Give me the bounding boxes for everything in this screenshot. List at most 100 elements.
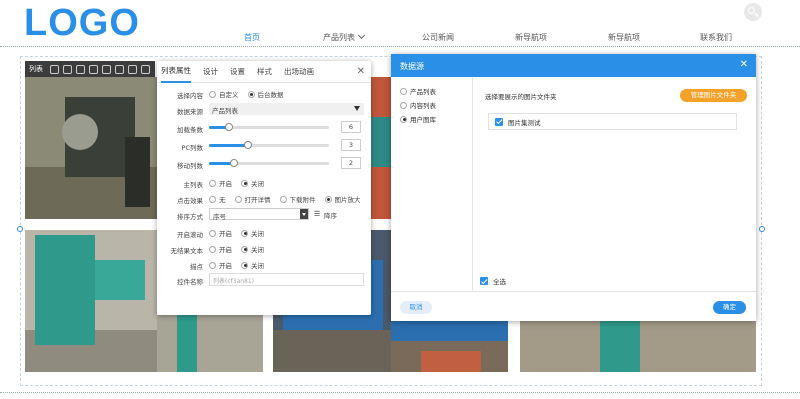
radio-download[interactable]: 下载附件 (279, 194, 316, 204)
radio-on[interactable]: 开启 (209, 178, 232, 188)
chevron-down-icon (357, 31, 366, 40)
gallery-image[interactable] (391, 321, 508, 372)
nav-item-new-1[interactable]: 新导航项 (515, 32, 547, 43)
load-count-input[interactable]: 6 (341, 121, 361, 133)
folder-prompt: 选择要展示的图片文件夹 (485, 93, 557, 101)
element-toolbar: 列表 (25, 61, 155, 77)
row-mobile-cols: 移动列数 2 (157, 157, 371, 171)
sort-order-label[interactable]: 降序 (324, 210, 337, 220)
layers-icon[interactable] (115, 64, 124, 74)
mobile-cols-input[interactable]: 2 (341, 157, 361, 169)
gallery-image[interactable] (157, 315, 263, 372)
tab-style[interactable]: 样式 (257, 61, 272, 82)
panel-tabs: 列表属性 设计 设置 样式 出场动画 (157, 61, 371, 83)
row-load-count: 加载条数 6 (157, 121, 371, 135)
radio-off[interactable]: 关闭 (241, 244, 264, 254)
site-logo[interactable]: LOGO (24, 2, 140, 45)
radio-on[interactable]: 开启 (209, 244, 232, 254)
radio-backend-data[interactable]: 后台数据 (247, 89, 284, 99)
nav-item-news[interactable]: 公司新闻 (422, 32, 454, 43)
row-sort: 排序方式 序号 ☰ 降序 (157, 208, 371, 222)
resize-handle[interactable] (17, 226, 23, 232)
radio-on[interactable]: 开启 (209, 228, 232, 238)
source-content-list[interactable]: 内容列表 (400, 100, 436, 110)
checkbox-checked-icon (480, 277, 488, 285)
gear-icon[interactable] (76, 64, 85, 74)
tab-animation[interactable]: 出场动画 (284, 61, 314, 82)
field-label: 点击效果 (177, 197, 203, 205)
field-label: 描点 (190, 263, 203, 271)
machine-photo-6 (391, 321, 508, 372)
checkbox-checked-icon (495, 117, 503, 126)
confirm-button[interactable]: 确定 (713, 301, 746, 314)
nav-item-label: 产品列表 (323, 33, 355, 42)
control-name-input[interactable]: 列表(cf3an81) (209, 273, 364, 286)
resize-handle[interactable] (759, 226, 765, 232)
dialog-footer: 取消 确定 (391, 291, 756, 321)
radio-custom[interactable]: 自定义 (209, 89, 239, 99)
gallery-image[interactable] (25, 230, 157, 372)
folder-item[interactable]: 图片集测试 (488, 113, 737, 130)
field-label: 主列表 (183, 181, 204, 189)
machine-photo-1 (25, 77, 157, 219)
field-label: PC列数 (181, 144, 203, 152)
row-data-source: 数据来源 产品列表 (157, 103, 371, 117)
field-label: 控件名称 (177, 278, 203, 286)
row-click-effect: 点击效果 无 打开详情 下载附件 图片放大 (157, 192, 371, 206)
search-icon[interactable] (744, 3, 762, 21)
pc-cols-input[interactable]: 3 (341, 139, 361, 151)
machine-photo-2 (371, 77, 391, 219)
cancel-button[interactable]: 取消 (400, 301, 432, 314)
radio-none[interactable]: 无 (209, 194, 226, 204)
field-label: 选择内容 (177, 92, 203, 100)
source-user-gallery[interactable]: 用户图库 (400, 114, 436, 124)
row-control-name: 控件名称 列表(cf3an81) (157, 273, 371, 287)
select-all-checkbox[interactable]: 全选 (480, 276, 506, 286)
tab-settings[interactable]: 设置 (230, 61, 245, 82)
nav-item-new-2[interactable]: 新导航项 (608, 32, 640, 43)
magic-icon[interactable] (102, 64, 111, 74)
radio-off[interactable]: 关闭 (241, 178, 264, 188)
sort-select[interactable]: 序号 (209, 208, 309, 221)
section-divider (0, 392, 800, 393)
sort-order-icon[interactable]: ☰ (314, 210, 320, 218)
row-select-content: 选择内容 自定义 后台数据 (157, 87, 371, 101)
dialog-title: 数据源 (400, 62, 424, 71)
machine-photo-4 (157, 315, 263, 372)
data-source-select[interactable]: 产品列表 (209, 103, 364, 115)
edit-icon[interactable] (50, 64, 59, 74)
radio-off[interactable]: 关闭 (241, 228, 264, 238)
close-icon[interactable]: ✕ (357, 66, 365, 77)
nav-item-home[interactable]: 首页 (244, 32, 260, 43)
field-label: 无结果文本 (170, 247, 204, 255)
radio-open-detail[interactable]: 打开详情 (234, 194, 271, 204)
row-main-list: 主列表 开启 关闭 (157, 176, 371, 190)
source-product-list[interactable]: 产品列表 (400, 86, 436, 96)
eye-icon[interactable] (141, 64, 150, 74)
radio-zoom-image[interactable]: 图片放大 (324, 194, 361, 204)
field-label: 开启滚动 (177, 231, 203, 239)
close-icon[interactable]: ✕ (740, 59, 748, 70)
list-properties-panel: 列表属性 设计 设置 样式 出场动画 ✕ 选择内容 自定义 后台数据 数据来源 … (157, 61, 371, 315)
nav-item-products[interactable]: 产品列表 (323, 31, 366, 43)
machine-photo-7 (520, 321, 756, 372)
row-dots: 描点 开启 关闭 (157, 258, 371, 272)
tab-list-properties[interactable]: 列表属性 (161, 60, 191, 83)
field-label: 移动列数 (177, 162, 203, 170)
gallery-image[interactable] (25, 77, 157, 219)
copy-icon[interactable] (89, 64, 98, 74)
dropdown-arrow-icon (300, 209, 308, 219)
dialog-header: 数据源 ✕ (391, 54, 756, 77)
gallery-image[interactable] (520, 321, 756, 372)
machine-photo-3 (25, 230, 157, 372)
manage-folders-button[interactable]: 管理图片文件夹 (680, 89, 747, 102)
gallery-image[interactable] (371, 77, 391, 219)
star-icon[interactable] (128, 64, 137, 74)
radio-on[interactable]: 开启 (209, 260, 232, 270)
radio-off[interactable]: 关闭 (241, 260, 264, 270)
tab-design[interactable]: 设计 (203, 61, 218, 82)
toolbar-label: 列表 (29, 65, 43, 73)
delete-icon[interactable] (63, 64, 72, 74)
row-pc-cols: PC列数 3 (157, 139, 371, 153)
nav-item-contact[interactable]: 联系我们 (700, 32, 732, 43)
